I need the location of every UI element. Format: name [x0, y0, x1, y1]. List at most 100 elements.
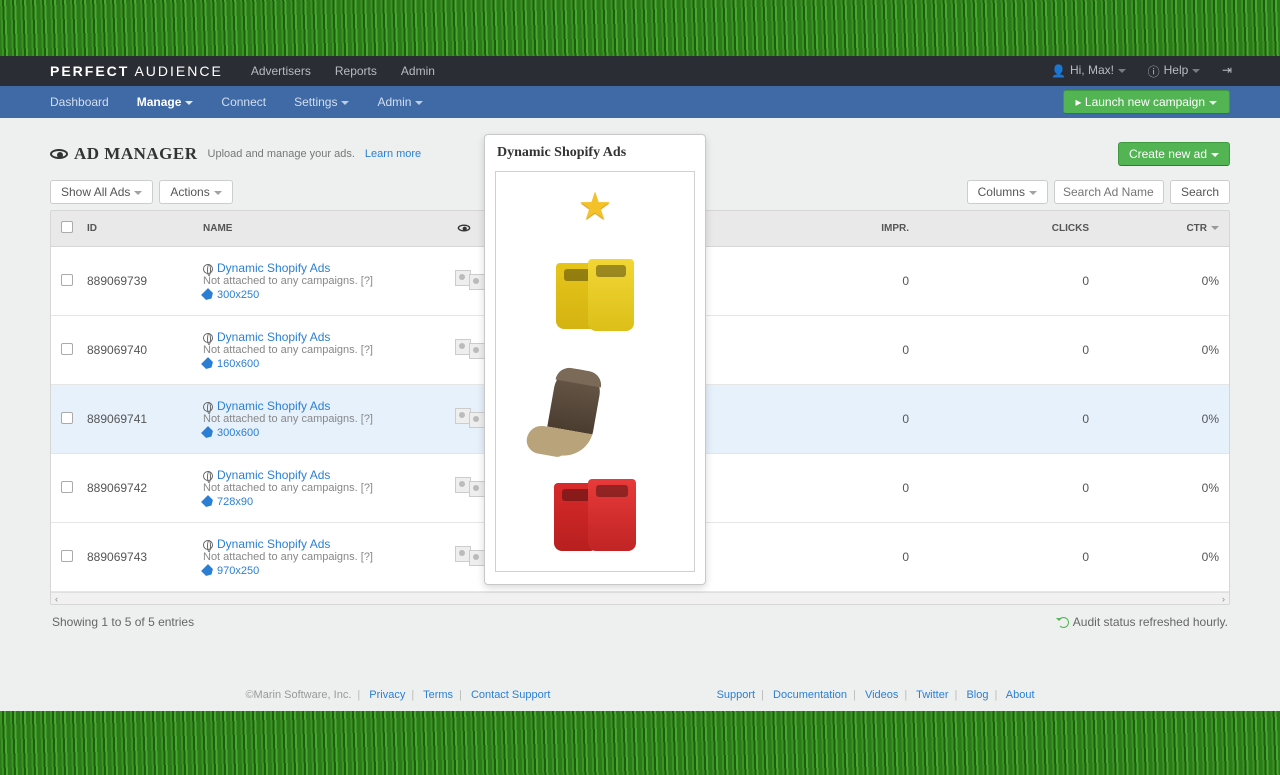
ad-dimension-link[interactable]: 300x250: [217, 289, 259, 301]
tag-icon: [201, 564, 215, 578]
decorative-footer-image: [0, 711, 1280, 775]
main-nav: Dashboard Manage Connect Settings Admin …: [0, 86, 1280, 118]
cell-id: 889069742: [77, 454, 193, 523]
col-preview[interactable]: [445, 211, 485, 247]
ad-dimension-link[interactable]: 160x600: [217, 358, 259, 370]
footer-terms[interactable]: Terms: [423, 689, 453, 701]
nav-dashboard[interactable]: Dashboard: [50, 95, 109, 109]
cell-name: Dynamic Shopify AdsNot attached to any c…: [193, 454, 445, 523]
create-ad-button[interactable]: Create new ad: [1118, 142, 1230, 166]
footer-privacy[interactable]: Privacy: [369, 689, 405, 701]
ad-sub-text: Not attached to any campaigns. [?]: [203, 482, 435, 494]
globe-icon: [203, 540, 213, 550]
cell-clicks: 0: [919, 247, 1099, 316]
globe-icon: [203, 471, 213, 481]
row-checkbox[interactable]: [61, 412, 73, 424]
footer-blog[interactable]: Blog: [966, 689, 988, 701]
cell-name: Dynamic Shopify AdsNot attached to any c…: [193, 385, 445, 454]
cell-impr: 0: [739, 316, 919, 385]
launch-campaign-button[interactable]: ▸ Launch new campaign: [1063, 90, 1230, 114]
ad-name-link[interactable]: Dynamic Shopify Ads: [217, 468, 330, 482]
logout-icon[interactable]: ⇥: [1222, 63, 1232, 77]
cell-impr: 0: [739, 454, 919, 523]
cell-id: 889069741: [77, 385, 193, 454]
nav-settings[interactable]: Settings: [294, 95, 349, 109]
user-menu[interactable]: 👤Hi, Max!: [1051, 63, 1126, 77]
nav-manage[interactable]: Manage: [137, 95, 194, 109]
ad-sub-text: Not attached to any campaigns. [?]: [203, 413, 435, 425]
footer-doc[interactable]: Documentation: [773, 689, 847, 701]
info-icon: ⓘ: [1148, 63, 1160, 80]
globe-icon: [203, 333, 213, 343]
entries-summary: Showing 1 to 5 of 5 entries: [52, 615, 194, 629]
footer-support[interactable]: Support: [717, 689, 756, 701]
search-button[interactable]: Search: [1170, 180, 1230, 204]
cell-ctr: 0%: [1099, 385, 1229, 454]
cell-id: 889069739: [77, 247, 193, 316]
user-icon: 👤: [1051, 64, 1066, 78]
footer-twitter[interactable]: Twitter: [916, 689, 948, 701]
cell-clicks: 0: [919, 454, 1099, 523]
nav-admin-top[interactable]: Admin: [401, 64, 435, 78]
row-checkbox[interactable]: [61, 274, 73, 286]
col-ctr[interactable]: CTR: [1099, 211, 1229, 247]
brand-logo[interactable]: PERFECT AUDIENCE: [50, 63, 223, 79]
ad-preview-popup: Dynamic Shopify Ads ★: [484, 134, 706, 585]
audit-status: Audit status refreshed hourly.: [1058, 615, 1228, 629]
search-input[interactable]: [1054, 180, 1164, 204]
refresh-icon: [1058, 617, 1069, 628]
col-id[interactable]: ID: [77, 211, 193, 247]
cell-id: 889069740: [77, 316, 193, 385]
ad-name-link[interactable]: Dynamic Shopify Ads: [217, 261, 330, 275]
col-clicks[interactable]: CLICKS: [919, 211, 1099, 247]
product-image-sock: [550, 369, 640, 449]
ad-dimension-link[interactable]: 300x600: [217, 427, 259, 439]
row-checkbox[interactable]: [61, 481, 73, 493]
tag-icon: [201, 495, 215, 509]
col-impr[interactable]: IMPR.: [739, 211, 919, 247]
cell-name: Dynamic Shopify AdsNot attached to any c…: [193, 523, 445, 592]
footer-videos[interactable]: Videos: [865, 689, 898, 701]
cell-ctr: 0%: [1099, 454, 1229, 523]
globe-icon: [203, 402, 213, 412]
help-menu[interactable]: ⓘHelp: [1148, 63, 1201, 77]
popup-title: Dynamic Shopify Ads: [485, 135, 705, 171]
actions-dropdown[interactable]: Actions: [159, 180, 232, 204]
horizontal-scrollbar[interactable]: ‹›: [51, 592, 1229, 604]
col-name[interactable]: NAME: [193, 211, 445, 247]
ad-name-link[interactable]: Dynamic Shopify Ads: [217, 537, 330, 551]
row-checkbox[interactable]: [61, 343, 73, 355]
ad-name-link[interactable]: Dynamic Shopify Ads: [217, 330, 330, 344]
learn-more-link[interactable]: Learn more: [365, 148, 421, 160]
footer-about[interactable]: About: [1006, 689, 1035, 701]
top-bar: PERFECT AUDIENCE Advertisers Reports Adm…: [0, 56, 1280, 86]
ad-dimension-link[interactable]: 728x90: [217, 496, 253, 508]
col-checkbox[interactable]: [51, 211, 77, 247]
cell-name: Dynamic Shopify AdsNot attached to any c…: [193, 316, 445, 385]
page-subtitle: Upload and manage your ads.: [208, 148, 355, 160]
tag-icon: [201, 357, 215, 371]
cell-id: 889069743: [77, 523, 193, 592]
product-image-red-bags: [550, 479, 640, 559]
footer-contact[interactable]: Contact Support: [471, 689, 551, 701]
nav-advertisers[interactable]: Advertisers: [251, 64, 311, 78]
ad-name-link[interactable]: Dynamic Shopify Ads: [217, 399, 330, 413]
ad-sub-text: Not attached to any campaigns. [?]: [203, 551, 435, 563]
nav-connect[interactable]: Connect: [221, 95, 266, 109]
eye-icon: [50, 149, 68, 159]
footer-copyright: ©Marin Software, Inc.: [245, 689, 351, 701]
cell-clicks: 0: [919, 523, 1099, 592]
ad-dimension-link[interactable]: 970x250: [217, 565, 259, 577]
row-checkbox[interactable]: [61, 550, 73, 562]
cell-impr: 0: [739, 247, 919, 316]
show-filter-dropdown[interactable]: Show All Ads: [50, 180, 153, 204]
globe-icon: [203, 264, 213, 274]
tag-icon: [201, 426, 215, 440]
columns-dropdown[interactable]: Columns: [967, 180, 1048, 204]
cell-ctr: 0%: [1099, 247, 1229, 316]
ad-sub-text: Not attached to any campaigns. [?]: [203, 344, 435, 356]
cell-ctr: 0%: [1099, 316, 1229, 385]
nav-reports[interactable]: Reports: [335, 64, 377, 78]
nav-admin[interactable]: Admin: [377, 95, 423, 109]
page-title: AD MANAGER: [74, 144, 198, 164]
